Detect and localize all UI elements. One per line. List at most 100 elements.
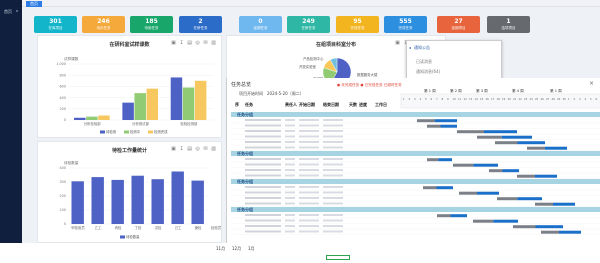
bottom-strip: 11月 12月 1月 [210,243,600,263]
day-number: 17 [491,97,495,101]
y-tick-label: 300 [60,180,66,184]
day-number: 28 [552,97,556,101]
task-name-placeholder [245,124,281,127]
start-date-placeholder [299,135,319,138]
stat-value: 1 [506,18,511,25]
gantt-bar-done [427,158,439,162]
y-axis-label: 试样课数 [64,56,79,61]
stat-card[interactable]: 301 在库项目 [34,16,77,33]
gantt-bar-pending [535,225,563,229]
pie-label: 开放实验室 [299,64,317,69]
start-date-placeholder [299,214,319,216]
gantt-bar-pending [535,174,557,178]
start-date-placeholder [299,141,319,143]
group-label: 任务分组 [236,111,253,117]
end-date-placeholder [323,219,343,222]
gantt-bar-done [427,124,441,128]
task-name-placeholder [245,197,281,199]
column-header: 天数 [349,101,357,107]
popup-item[interactable]: 通知消息(64) [416,69,440,75]
y-tick-label: 800 [60,73,66,77]
stat-card[interactable]: 95 完成任务 [336,16,379,33]
week-label: 第 2 周 [450,88,462,93]
stat-value: 301 [49,18,62,25]
bar [134,93,146,120]
start-date-placeholder [299,225,319,227]
owner-placeholder [285,219,295,222]
owner-placeholder [285,124,295,127]
group-label: 任务分组 [236,150,253,156]
sidebar-title[interactable]: 首页 [4,9,12,15]
x-axis-label: 检验员 [211,225,222,230]
bar [91,177,104,224]
task-name-placeholder [245,169,281,171]
stat-card[interactable]: 0 延期任务 [239,16,282,33]
stat-value: 2 [198,18,203,25]
stat-card[interactable]: 2 在研任务 [179,16,222,33]
owner-placeholder [285,225,295,227]
pie-label: 数据服务大楼 [357,72,378,77]
stat-card[interactable]: 1 结项项目 [487,16,530,33]
popup-arrow-icon[interactable]: ◂ [409,45,411,50]
gantt-day-header [400,93,600,109]
end-date-placeholder [323,202,343,205]
start-date-placeholder [299,163,319,166]
popup-title: 通知公告 [414,45,430,50]
day-number: 26 [541,97,545,101]
day-number: 22 [519,97,523,101]
start-date-placeholder [299,169,319,171]
gantt-bar-done [477,135,502,139]
sidebar-toggle-icon[interactable] [16,10,18,12]
stat-card[interactable]: 246 待办任务 [82,16,125,33]
day-number: 24 [530,97,534,101]
day-number: 30 [563,97,567,101]
stat-card[interactable]: 185 待验任务 [130,16,173,33]
selection-box[interactable] [326,255,350,260]
task-name-placeholder [245,141,281,143]
gantt-bar-done [495,141,518,145]
bar [131,175,144,224]
sample-bar-chart: 试样课数 0 200 400 600 800 1,000 分析检验部 分析测试部 检验检测部待检测… [56,56,213,134]
day-number: 10 [453,97,457,101]
workload-card: 待检工作量统计 ▣ ↧ ▤ ◎ ✉ ▥ 待检数量 0 100 200 300 400 甲检验… [37,141,222,243]
x-tick-label: 检验检测部 [180,121,198,126]
owner-placeholder [285,119,295,121]
owner-placeholder [285,146,295,149]
gantt-bar-done [489,169,503,173]
stat-value: 555 [399,18,412,25]
group-row [231,151,600,156]
stat-value: 0 [258,18,263,25]
stat-card[interactable]: 249 在研任务 [287,16,330,33]
gantt-bar-done [457,130,484,134]
gantt-bar-pending [517,197,542,201]
end-date-placeholder [323,124,343,127]
owner-placeholder [285,174,295,177]
stat-value: 249 [302,18,315,25]
column-header: 结束日期 [322,101,339,107]
stat-card[interactable]: 555 完成任务 [384,16,427,33]
bar [122,102,134,120]
bar [111,179,124,224]
bar [191,180,204,224]
bar [98,115,110,120]
stat-card[interactable]: 27 延期项目 [437,16,480,33]
gantt-bar-done [541,230,559,234]
column-header: 开始日期 [299,101,315,107]
popup-item[interactable]: 已读消息 [416,59,432,65]
day-number: 16 [486,97,490,101]
task-name-placeholder [245,130,281,132]
legend-label: 待检数量 [126,234,140,239]
gantt-bar-pending [484,130,517,134]
day-number: 21 [513,97,517,101]
x-tick-label: 戊检 [155,225,162,230]
bar [74,117,86,120]
week-label: 第 1 周 [424,88,436,93]
tab-bar: 首页 [22,0,600,7]
owner-placeholder [285,141,295,143]
bar [151,179,164,224]
task-name-placeholder [245,146,281,149]
start-date-placeholder [299,197,319,199]
day-number: 18 [497,97,501,101]
gantt-chart: ● 未完成任务 ● 已完成任务 已超时任务第 1 周 第 2 周 第 3 周 第 4 … [231,82,600,235]
gantt-bar-done [535,202,553,206]
